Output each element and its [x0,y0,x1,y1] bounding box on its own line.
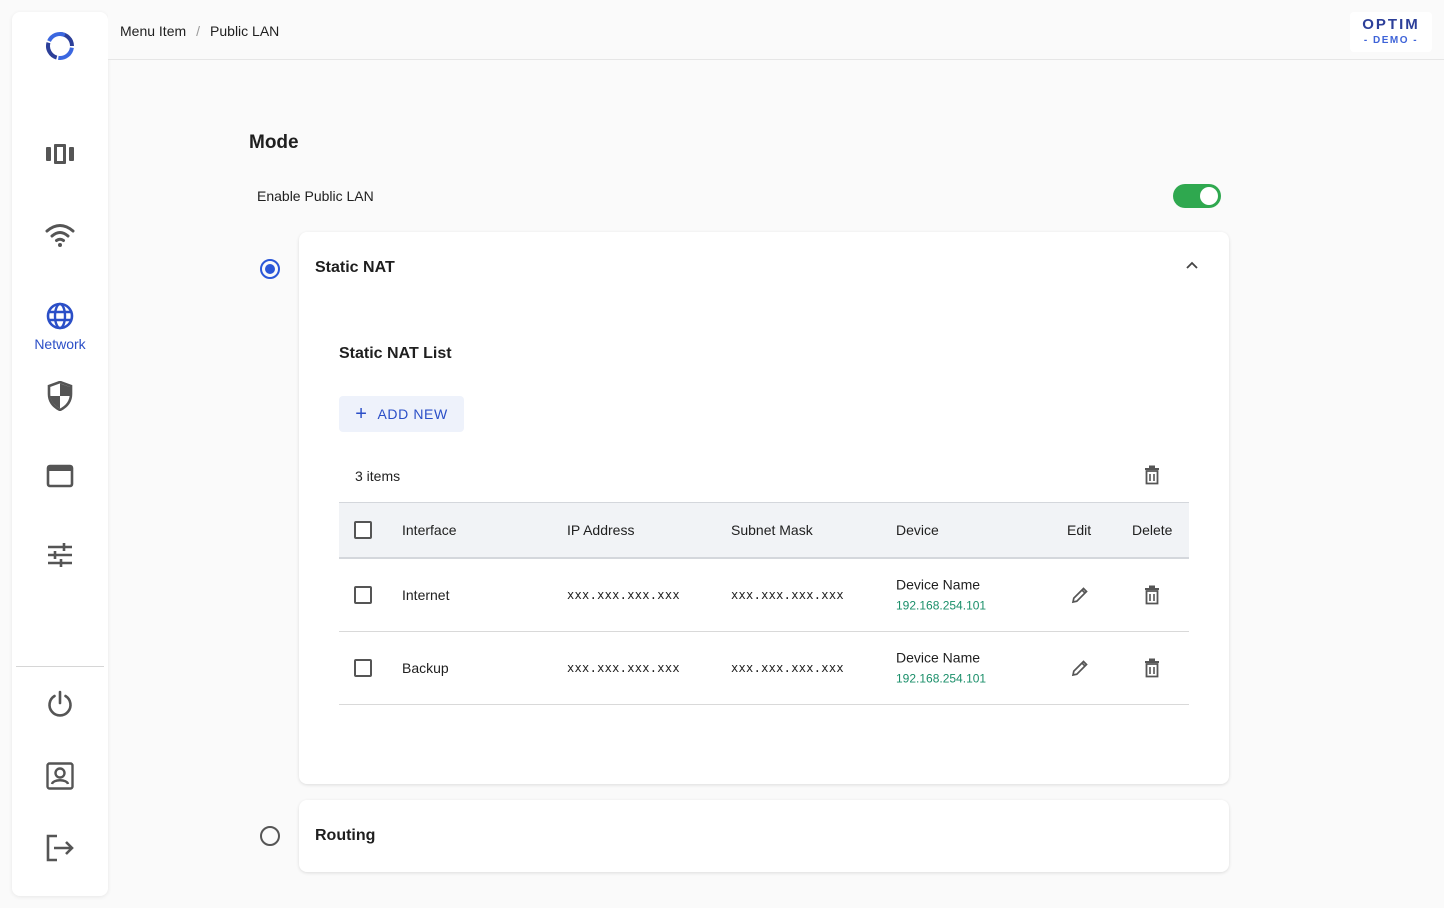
sidebar: Network [12,12,108,896]
row-interface: Backup [402,660,449,676]
account-icon [46,762,74,790]
row-device-ip: 192.168.254.101 [896,598,987,613]
brand-logo: OPTIM - DEMO - [1350,12,1432,52]
static-nat-title: Static NAT [315,259,395,276]
static-nat-table: Interface IP Address Subnet Mask Device … [339,502,1189,705]
breadcrumb-current: Public LAN [210,23,280,39]
column-header-ip[interactable]: IP Address [567,522,634,538]
logout-icon [46,834,74,862]
sidebar-item-window[interactable] [12,464,108,488]
brand-tag: - DEMO - [1363,35,1419,46]
enable-public-lan-label: Enable Public LAN [257,188,374,204]
row-device: Device Name 192.168.254.101 [896,576,986,615]
wifi-icon [45,224,75,247]
sidebar-item-network[interactable]: Network [12,302,108,352]
brand-name: OPTIM [1362,16,1420,33]
app-logo[interactable] [12,30,108,62]
add-new-label: ADD NEW [377,406,448,422]
column-header-edit: Edit [1067,522,1092,538]
column-header-delete: Delete [1132,522,1173,538]
sidebar-item-power[interactable] [12,690,108,718]
row-interface: Internet [402,587,450,603]
row-checkbox[interactable] [354,586,372,604]
breadcrumb-separator: / [196,23,201,39]
power-icon [48,690,72,717]
items-count: 3 items [355,468,401,484]
static-nat-panel: Static NAT Static NAT List + ADD NEW 3 i… [299,232,1229,784]
top-header: Menu Item / Public LAN OPTIM - DEMO - [108,4,1444,60]
trash-icon[interactable] [1143,658,1161,678]
row-device-name: Device Name [896,576,981,593]
sidebar-item-label: Network [34,336,86,352]
trash-icon[interactable] [1143,465,1161,485]
table-row: Backup xxx.xxx.xxx.xxx xxx.xxx.xxx.xxx D… [339,632,1189,705]
breadcrumb: Menu Item / Public LAN [120,23,279,39]
routing-title: Routing [315,827,376,844]
column-header-interface[interactable]: Interface [402,522,456,538]
sidebar-item-security[interactable] [12,381,108,411]
row-device-name: Device Name [896,649,981,666]
table-row: Internet xxx.xxx.xxx.xxx xxx.xxx.xxx.xxx… [339,559,1189,632]
row-device: Device Name 192.168.254.101 [896,649,986,688]
shield-icon [47,381,73,411]
globe-icon [46,302,74,330]
row-ip-address: xxx.xxx.xxx.xxx [567,588,680,602]
table-header: Interface IP Address Subnet Mask Device … [339,502,1189,559]
sidebar-item-settings[interactable] [12,542,108,568]
select-all-checkbox[interactable] [354,521,372,539]
sliders-icon [48,543,72,567]
trash-icon[interactable] [1143,585,1161,605]
mode-title: Mode [249,132,299,153]
routing-panel[interactable]: Routing [299,800,1229,872]
chevron-up-icon[interactable] [1185,260,1199,270]
app-root: Network Menu Item / Public LAN OPTIM - D… [0,0,1444,908]
static-nat-radio[interactable] [260,259,280,279]
plus-icon: + [355,403,368,425]
sidebar-item-logout[interactable] [12,834,108,862]
sidebar-item-wifi[interactable] [12,222,108,248]
pencil-icon[interactable] [1070,585,1090,605]
column-header-subnet[interactable]: Subnet Mask [731,522,813,538]
add-new-button[interactable]: + ADD NEW [339,396,464,432]
window-icon [46,464,74,488]
enable-public-lan-toggle[interactable] [1173,184,1221,208]
static-nat-list-title: Static NAT List [339,345,452,362]
pencil-icon[interactable] [1070,658,1090,678]
carousel-icon [46,144,74,164]
row-device-ip: 192.168.254.101 [896,671,987,686]
logo-icon [46,32,74,60]
row-subnet-mask: xxx.xxx.xxx.xxx [731,661,844,675]
routing-radio[interactable] [260,826,280,846]
sidebar-item-account[interactable] [12,762,108,790]
breadcrumb-parent[interactable]: Menu Item [120,23,186,39]
toggle-knob [1200,187,1218,205]
row-ip-address: xxx.xxx.xxx.xxx [567,661,680,675]
row-checkbox[interactable] [354,659,372,677]
row-subnet-mask: xxx.xxx.xxx.xxx [731,588,844,602]
sidebar-item-dashboard[interactable] [12,142,108,166]
sidebar-divider [16,666,104,667]
column-header-device[interactable]: Device [896,522,939,538]
